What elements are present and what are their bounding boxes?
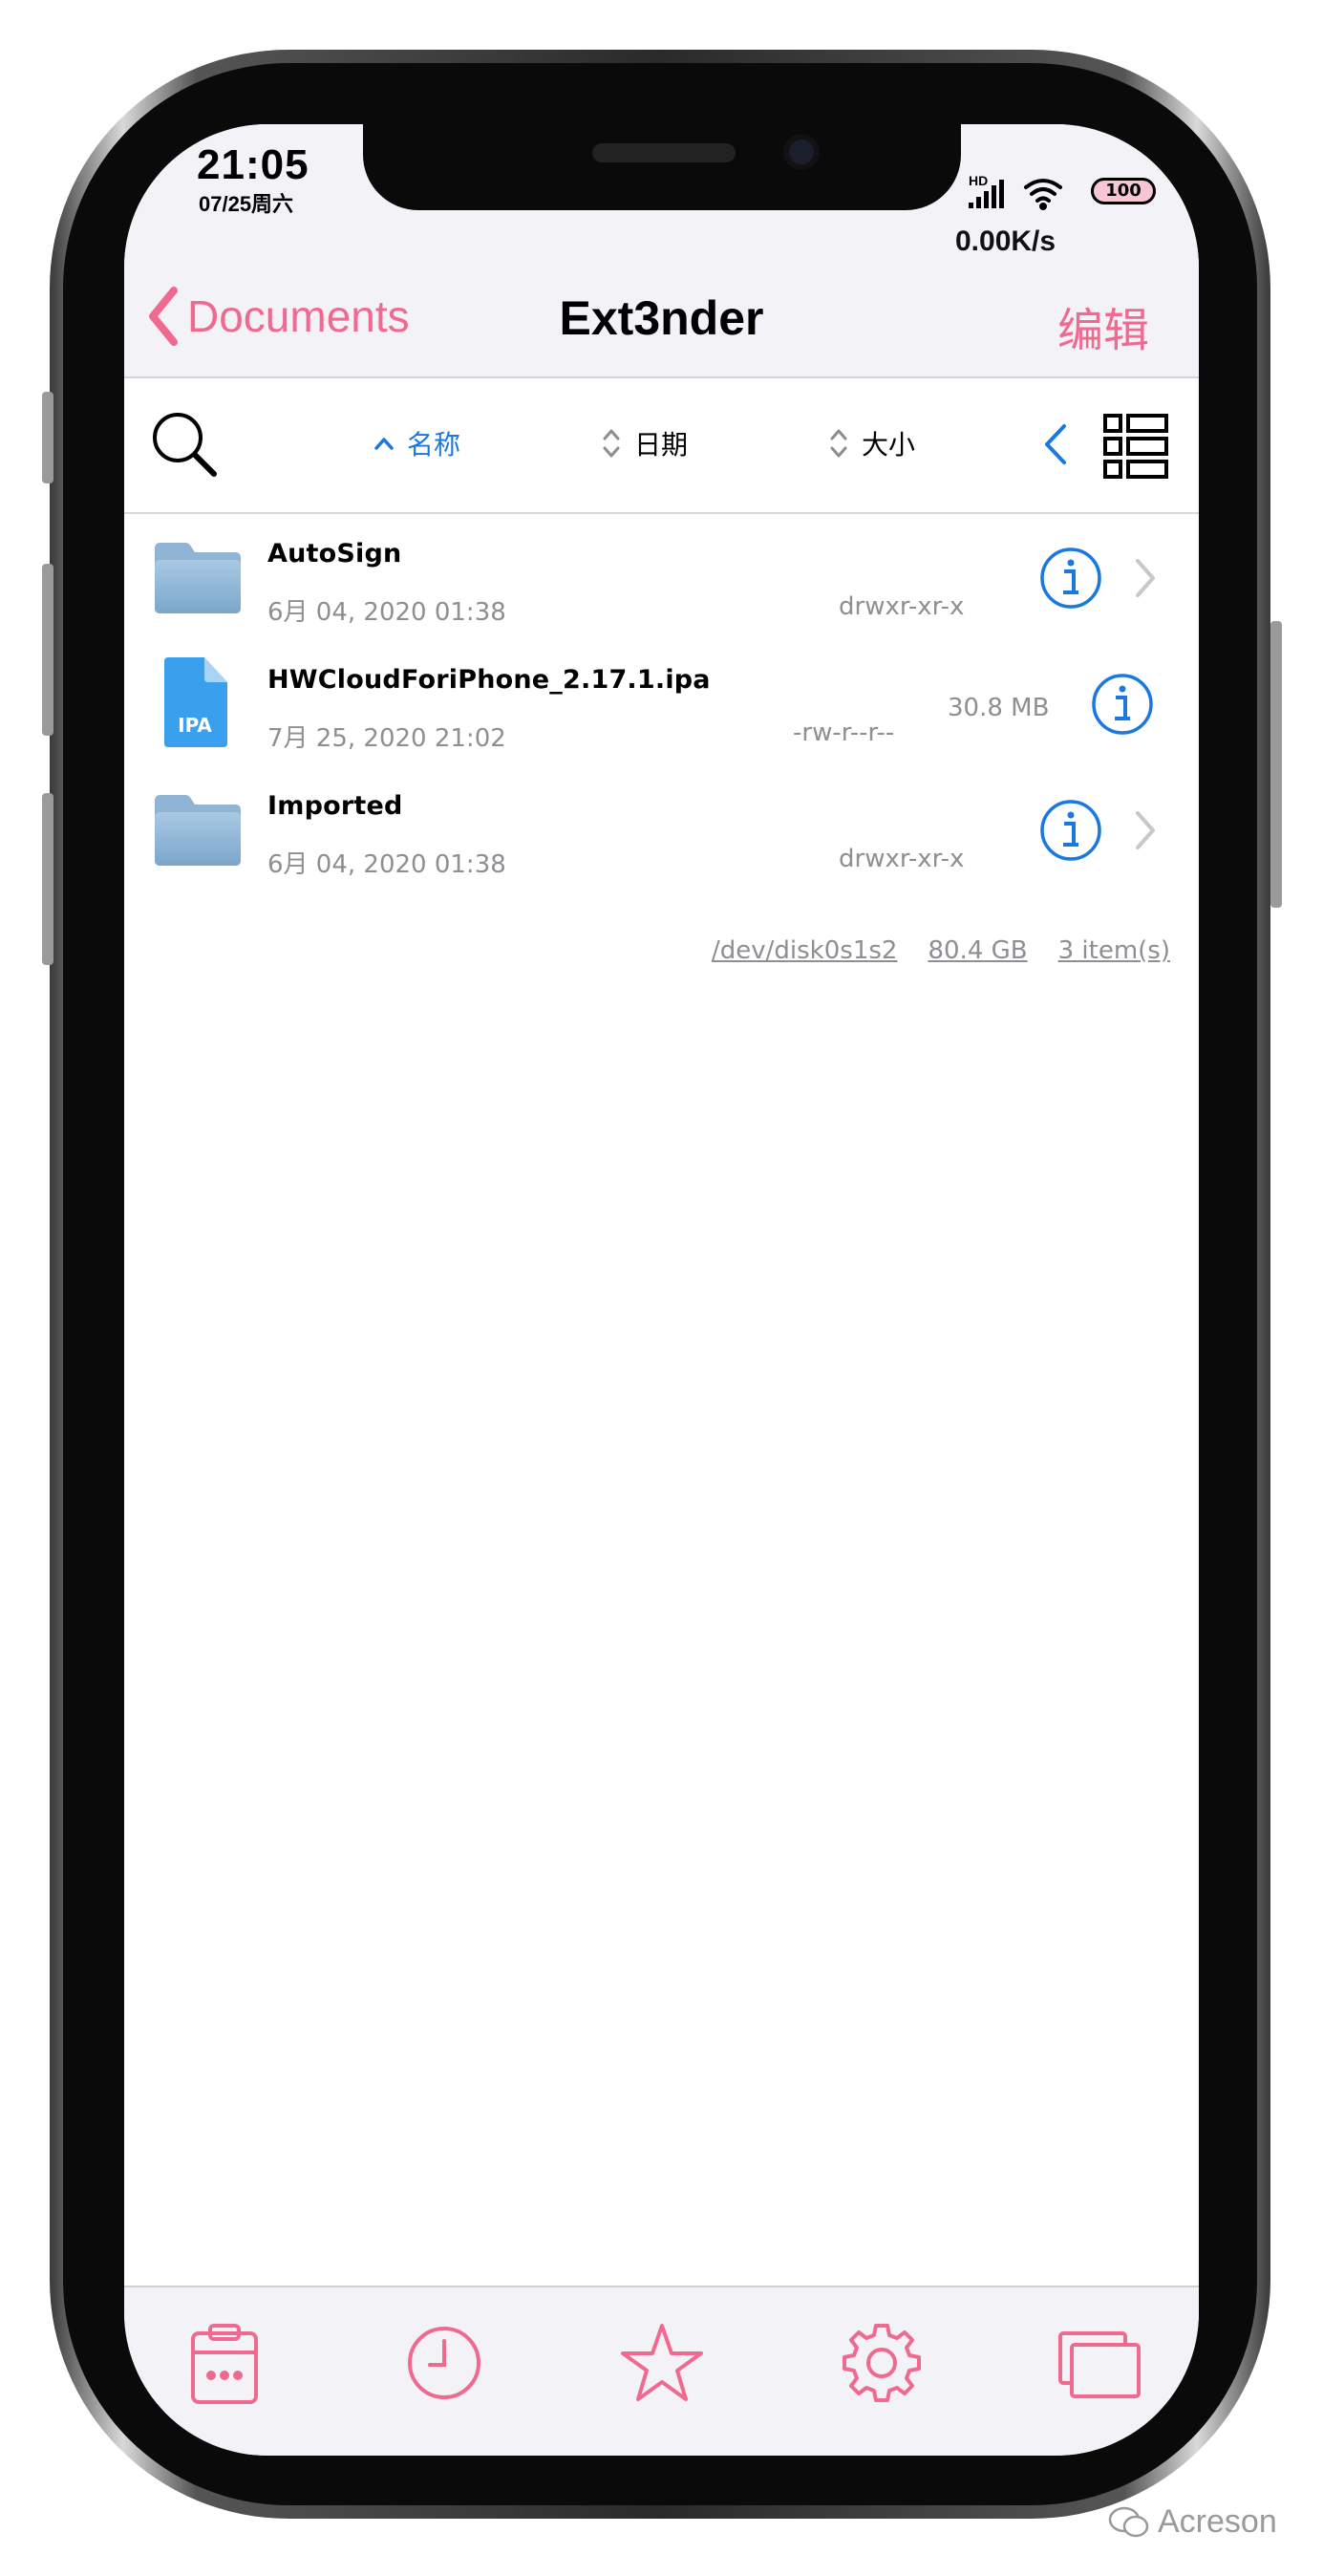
- file-name: AutoSign: [267, 539, 402, 569]
- chevron-left-icon[interactable]: [1041, 420, 1070, 468]
- info-icon[interactable]: [1039, 799, 1102, 862]
- info-icon[interactable]: [1039, 547, 1102, 610]
- info-icon[interactable]: [1091, 673, 1154, 736]
- file-row-autosign[interactable]: AutoSign 6月 04, 2020 01:38 drwxr-xr-x: [124, 518, 1199, 642]
- file-row-ipa[interactable]: IPA HWCloudForiPhone_2.17.1.ipa 7月 25, 2…: [124, 644, 1199, 768]
- chevron-right-icon[interactable]: [1133, 808, 1158, 852]
- file-name: Imported: [267, 791, 403, 821]
- chevron-right-icon[interactable]: [1133, 556, 1158, 600]
- free-space-link[interactable]: 80.4 GB: [928, 936, 1027, 965]
- sort-size-label: 大小: [862, 429, 916, 461]
- phone-screen: 21:05 07/25周六 HD 100 0.00K/s Documents E…: [124, 124, 1199, 2456]
- storage-summary: /dev/disk0s1s2 80.4 GB 3 item(s): [712, 936, 1170, 965]
- file-row-imported[interactable]: Imported 6月 04, 2020 01:38 drwxr-xr-x: [124, 770, 1199, 894]
- file-date: 6月 04, 2020 01:38: [267, 598, 506, 627]
- ipa-file-icon: IPA: [164, 657, 227, 747]
- clock-icon[interactable]: [401, 2320, 487, 2406]
- page-title: Ext3nder: [559, 291, 764, 345]
- sort-unsorted-icon: [603, 429, 620, 458]
- navigation-bar: Documents Ext3nder 编辑: [124, 268, 1199, 378]
- ipa-icon-label: IPA: [178, 714, 212, 737]
- notch: [363, 124, 961, 210]
- file-size: 30.8 MB: [948, 694, 1050, 722]
- item-count-link[interactable]: 3 item(s): [1058, 936, 1170, 965]
- clipboard-icon[interactable]: [181, 2320, 267, 2406]
- star-icon[interactable]: [619, 2320, 705, 2406]
- windows-icon[interactable]: [1056, 2320, 1142, 2406]
- sort-name-label: 名称: [407, 429, 461, 461]
- sort-by-size-button[interactable]: 大小: [829, 422, 915, 464]
- screenshot: 21:05 07/25周六 HD 100 0.00K/s Documents E…: [0, 0, 1323, 2576]
- sort-ascending-icon: [374, 438, 394, 450]
- mute-switch: [42, 392, 53, 483]
- search-icon[interactable]: [149, 409, 220, 480]
- watermark-text: Acreson: [1158, 2503, 1277, 2540]
- file-date: 6月 04, 2020 01:38: [267, 850, 506, 879]
- wifi-icon: [1024, 179, 1062, 210]
- file-permissions: drwxr-xr-x: [839, 845, 965, 873]
- folder-icon: [155, 543, 241, 613]
- folder-icon: [155, 795, 241, 866]
- volume-down-button: [42, 793, 53, 965]
- file-permissions: drwxr-xr-x: [839, 592, 965, 621]
- file-permissions: -rw-r--r--: [793, 719, 895, 747]
- watermark: Acreson: [1108, 2503, 1277, 2541]
- device-path-link[interactable]: /dev/disk0s1s2: [712, 936, 897, 965]
- file-date: 7月 25, 2020 21:02: [267, 724, 506, 753]
- sort-by-name-button[interactable]: 名称: [374, 422, 460, 464]
- front-camera: [783, 134, 820, 170]
- network-speed: 0.00K/s: [955, 225, 1056, 257]
- volume-up-button: [42, 564, 53, 736]
- status-date: 07/25周六: [199, 192, 294, 216]
- gear-icon[interactable]: [839, 2320, 925, 2406]
- sort-unsorted-icon: [830, 429, 847, 458]
- list-view-icon[interactable]: [1102, 413, 1169, 480]
- wechat-icon: [1108, 2506, 1149, 2537]
- edit-button[interactable]: 编辑: [1057, 292, 1149, 359]
- status-time: 21:05: [197, 141, 309, 188]
- hd-label: HD: [969, 173, 988, 188]
- file-name: HWCloudForiPhone_2.17.1.ipa: [267, 665, 711, 695]
- battery-indicator: 100: [1091, 178, 1156, 204]
- earpiece-speaker: [592, 143, 736, 162]
- sort-toolbar: 名称 日期 大小: [124, 380, 1199, 514]
- sort-date-label: 日期: [634, 429, 689, 461]
- power-button: [1270, 621, 1282, 908]
- tab-bar: [124, 2286, 1199, 2456]
- sort-by-date-button[interactable]: 日期: [602, 422, 688, 464]
